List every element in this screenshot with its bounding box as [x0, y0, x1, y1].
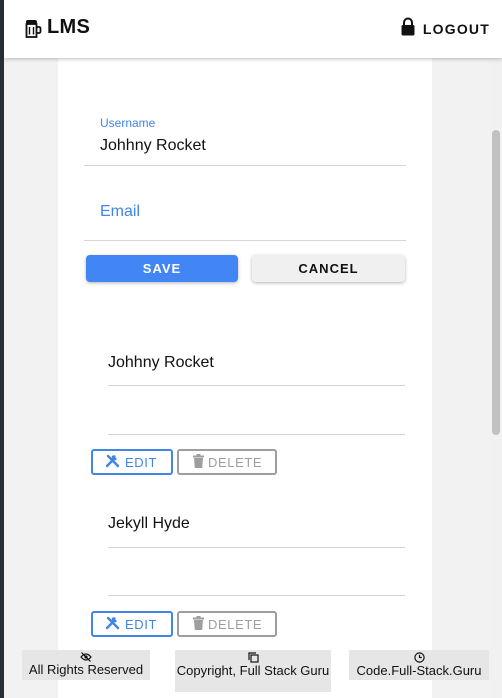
app-title: LMS [47, 16, 91, 38]
footer-site[interactable]: Code.Full-Stack.Guru [349, 650, 489, 680]
delete-label: DELETE [208, 454, 263, 470]
edit-button[interactable]: EDIT [91, 449, 173, 475]
email-field[interactable]: Email [84, 190, 406, 241]
trash-icon [193, 615, 204, 633]
trash-icon [193, 453, 204, 471]
vertical-scrollbar[interactable] [490, 58, 502, 698]
logout-button[interactable]: LOGOUT [401, 17, 490, 41]
user-name: Johhny Rocket [108, 354, 214, 371]
edit-label: EDIT [125, 616, 158, 632]
app-bar: LMS LOGOUT [4, 0, 502, 58]
eye-off-icon [80, 652, 92, 662]
clock-icon [413, 652, 425, 663]
tools-icon [105, 454, 121, 471]
divider [108, 385, 405, 386]
tools-icon [105, 616, 121, 633]
copy-icon [247, 652, 259, 663]
username-label: Username [100, 116, 156, 130]
cancel-button[interactable]: CANCEL [252, 255, 405, 282]
app-root: LMS LOGOUT Username Johhny Rocket Email [0, 0, 502, 698]
rights-text: All Rights Reserved [28, 662, 144, 677]
lock-icon [401, 17, 415, 41]
email-placeholder: Email [100, 203, 141, 220]
user-name: Jekyll Hyde [108, 515, 190, 532]
edit-button[interactable]: EDIT [91, 611, 173, 637]
beer-mug-icon [24, 18, 42, 38]
delete-button[interactable]: DELETE [177, 611, 277, 637]
site-link[interactable]: Code.Full-Stack.Guru [349, 664, 489, 677]
brand[interactable]: LMS [24, 16, 90, 39]
username-value: Johhny Rocket [100, 137, 206, 154]
edit-label: EDIT [125, 454, 158, 470]
footer-copyright: Copyright, Full Stack Guru [175, 650, 331, 692]
footer-rights: All Rights Reserved [22, 650, 150, 680]
content-scroll-area[interactable]: Username Johhny Rocket Email SAVE CANCEL… [4, 58, 490, 698]
save-button[interactable]: SAVE [86, 255, 238, 282]
logout-label: LOGOUT [422, 21, 490, 37]
copyright-text: Copyright, Full Stack Guru [176, 663, 330, 678]
delete-button[interactable]: DELETE [177, 449, 277, 475]
divider [108, 595, 405, 596]
scrollbar-thumb[interactable] [492, 130, 500, 435]
username-field[interactable]: Username Johhny Rocket [84, 108, 406, 166]
divider [108, 434, 405, 435]
divider [108, 547, 405, 548]
user-card: Username Johhny Rocket Email SAVE CANCEL… [58, 58, 432, 698]
delete-label: DELETE [208, 616, 263, 632]
